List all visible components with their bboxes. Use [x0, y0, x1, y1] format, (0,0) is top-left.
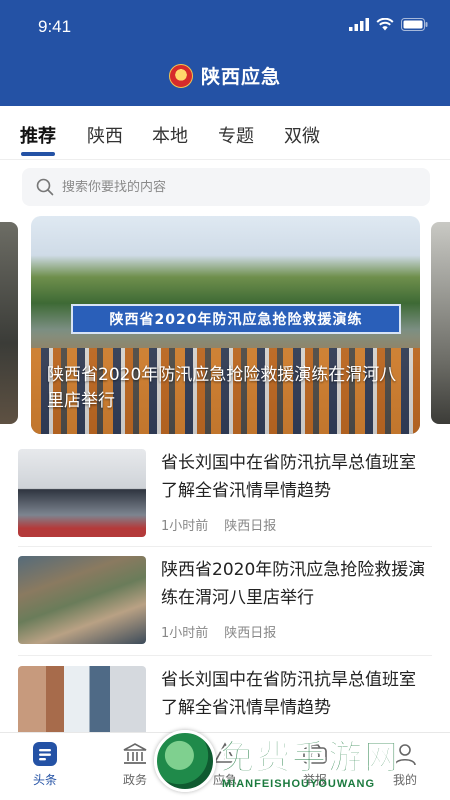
wifi-icon	[376, 18, 394, 31]
tab-social[interactable]: 双微	[284, 122, 320, 148]
watermark-text: 免费手游网	[220, 738, 400, 779]
category-tabs: 推荐 陕西 本地 专题 双微	[0, 106, 450, 160]
divider	[18, 655, 432, 656]
app-header: 9:41 陕西应急	[0, 0, 450, 106]
news-headline: 陕西省2020年防汛应急抢险救援演练在渭河八里店举行	[161, 560, 426, 608]
tab-shaanxi[interactable]: 陕西	[87, 122, 123, 148]
search-bar[interactable]	[22, 168, 430, 206]
page-title: 陕西应急	[200, 66, 281, 88]
watermark-logo-icon	[154, 730, 216, 792]
news-thumbnail	[18, 556, 146, 644]
status-icons	[349, 18, 428, 31]
watermark: 免费手游网 MIANFEISHOUYOUWANG	[152, 728, 450, 800]
nav-label: 政务	[122, 773, 147, 787]
government-icon	[123, 743, 147, 764]
news-meta: 1小时前 陕西日报	[161, 515, 276, 534]
news-source: 陕西日报	[224, 519, 277, 534]
status-bar: 9:41	[0, 0, 450, 54]
news-thumbnail	[18, 666, 146, 732]
headline-icon	[33, 742, 57, 766]
tab-local[interactable]: 本地	[152, 122, 188, 148]
active-tab-indicator	[21, 152, 55, 156]
status-time: 9:41	[38, 17, 72, 36]
national-emblem-icon	[168, 63, 193, 88]
nav-headline[interactable]: 头条	[15, 741, 75, 788]
search-icon	[36, 178, 54, 196]
watermark-subtext: MIANFEISHOUYOUWANG	[222, 778, 376, 790]
banner-card[interactable]: 陕西省2020年防汛应急抢险救援演练 陕西省2020年防汛应急抢险救援演练在渭河…	[31, 216, 420, 434]
news-headline: 省长刘国中在省防汛抗旱总值班室了解全省汛情旱情趋势	[161, 453, 416, 501]
news-time: 1小时前	[161, 519, 209, 534]
divider	[18, 546, 432, 547]
news-headline: 省长刘国中在省防汛抗旱总值班室了解全省汛情旱情趋势	[161, 670, 416, 718]
tab-recommended[interactable]: 推荐	[20, 122, 56, 148]
carousel-prev-card[interactable]	[0, 222, 18, 424]
search-input[interactable]	[62, 179, 382, 195]
list-item[interactable]: 省长刘国中在省防汛抗旱总值班室了解全省汛情旱情趋势 1小时前 陕西日报	[18, 449, 432, 557]
news-time: 1小时前	[161, 626, 209, 641]
news-thumbnail	[18, 449, 146, 537]
list-item[interactable]: 省长刘国中在省防汛抗旱总值班室了解全省汛情旱情趋势	[18, 666, 432, 732]
banner-caption: 陕西省2020年防汛应急抢险救援演练在渭河八里店举行	[47, 365, 397, 411]
battery-icon	[401, 18, 428, 31]
carousel-next-card[interactable]	[431, 222, 450, 424]
news-source: 陕西日报	[224, 626, 277, 641]
title-bar: 陕西应急	[0, 62, 450, 89]
nav-label: 头条	[32, 773, 57, 787]
list-item[interactable]: 陕西省2020年防汛应急抢险救援演练在渭河八里店举行 1小时前 陕西日报	[18, 556, 432, 664]
news-meta: 1小时前 陕西日报	[161, 622, 276, 641]
tab-topics[interactable]: 专题	[218, 122, 254, 148]
signal-icon	[349, 18, 369, 31]
banner-stage-sign: 陕西省2020年防汛应急抢险救援演练	[71, 304, 401, 334]
